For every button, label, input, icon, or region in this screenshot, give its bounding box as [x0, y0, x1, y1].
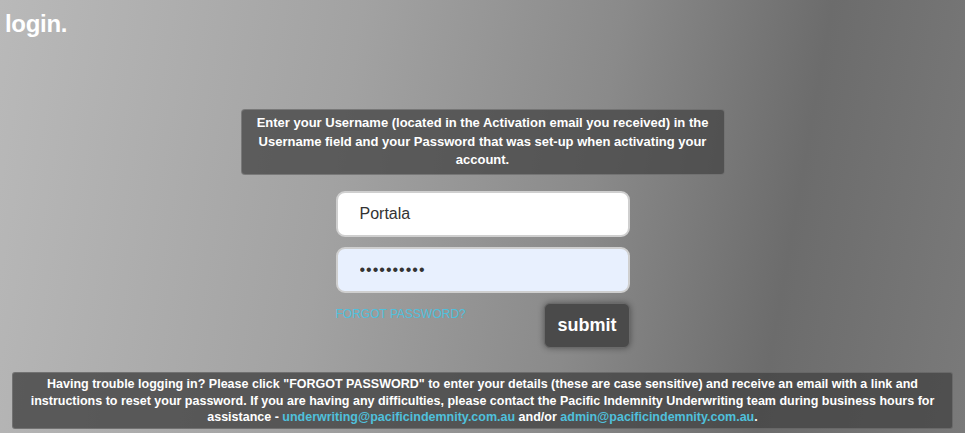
login-page: login. Enter your Username (located in t… — [0, 0, 965, 433]
instructions-box: Enter your Username (located in the Acti… — [241, 109, 725, 176]
submit-button[interactable]: submit — [544, 303, 629, 348]
email-link[interactable]: admin@pacificindemnity.com.au — [560, 410, 754, 424]
help-text: and/or — [515, 410, 560, 424]
email-link[interactable]: underwriting@pacificindemnity.com.au — [282, 410, 515, 424]
page-title: login. — [0, 0, 965, 39]
forgot-password-link[interactable]: FORGOT PASSWORD? — [336, 305, 466, 323]
help-box: Having trouble logging in? Please click … — [12, 372, 953, 429]
login-form: FORGOT PASSWORD? submit — [336, 191, 630, 348]
username-field[interactable] — [336, 191, 630, 237]
password-field[interactable] — [336, 247, 630, 293]
help-text: . — [754, 410, 757, 424]
